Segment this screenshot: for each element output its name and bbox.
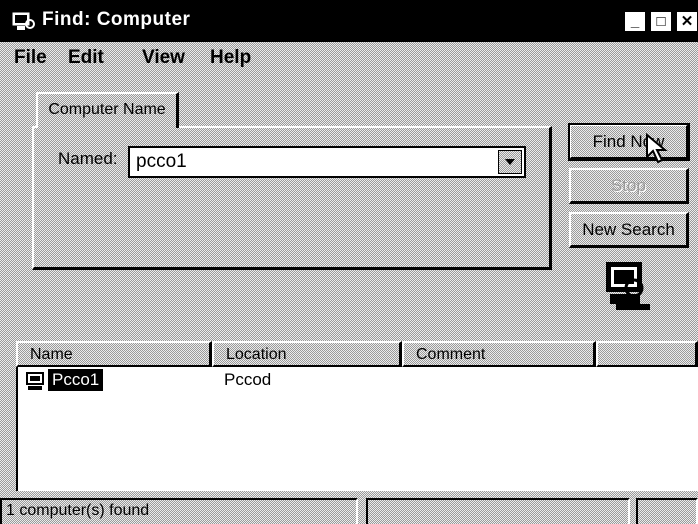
- menu-help[interactable]: Help: [210, 47, 251, 69]
- results-header: Name Location Comment: [16, 341, 698, 369]
- minimize-button[interactable]: _: [624, 11, 646, 32]
- table-row[interactable]: Pcco1 Pccod: [18, 367, 698, 393]
- tab-computer-name[interactable]: Computer Name: [36, 92, 179, 128]
- status-bar: 1 computer(s) found: [0, 494, 698, 524]
- stop-button[interactable]: Stop: [569, 168, 689, 204]
- size-grip[interactable]: [636, 498, 698, 524]
- computer-icon: [26, 372, 44, 390]
- close-button[interactable]: ✕: [676, 11, 698, 32]
- window-title: Find: Computer: [42, 9, 191, 30]
- column-location[interactable]: Location: [212, 341, 402, 367]
- named-input[interactable]: pcco1: [136, 151, 187, 173]
- menu-bar: File Edit View Help: [0, 42, 698, 78]
- menu-edit[interactable]: Edit: [68, 47, 104, 69]
- named-label: Named:: [58, 149, 118, 168]
- status-pane-2: [366, 498, 630, 524]
- find-now-button[interactable]: Find Now: [568, 123, 690, 161]
- column-name[interactable]: Name: [16, 341, 212, 367]
- menu-file[interactable]: File: [14, 47, 47, 69]
- find-computer-icon: [12, 12, 35, 30]
- result-name[interactable]: Pcco1: [48, 369, 104, 391]
- status-text: 1 computer(s) found: [0, 498, 358, 524]
- column-filler: [596, 341, 698, 367]
- computer-search-icon: [606, 262, 650, 310]
- mouse-pointer-icon: [646, 133, 668, 164]
- find-computer-window: Find: Computer _ □ ✕ File Edit View Help…: [0, 0, 698, 524]
- column-comment[interactable]: Comment: [402, 341, 596, 367]
- menu-view[interactable]: View: [142, 47, 185, 69]
- maximize-button[interactable]: □: [650, 11, 672, 32]
- chevron-down-icon: [505, 159, 515, 165]
- new-search-button[interactable]: New Search: [569, 212, 689, 248]
- named-combobox[interactable]: pcco1: [128, 146, 526, 178]
- dropdown-button[interactable]: [498, 150, 522, 174]
- title-bar[interactable]: Find: Computer _ □ ✕: [0, 0, 698, 42]
- results-list[interactable]: Pcco1 Pccod: [16, 367, 698, 491]
- result-location: Pccod: [224, 370, 272, 389]
